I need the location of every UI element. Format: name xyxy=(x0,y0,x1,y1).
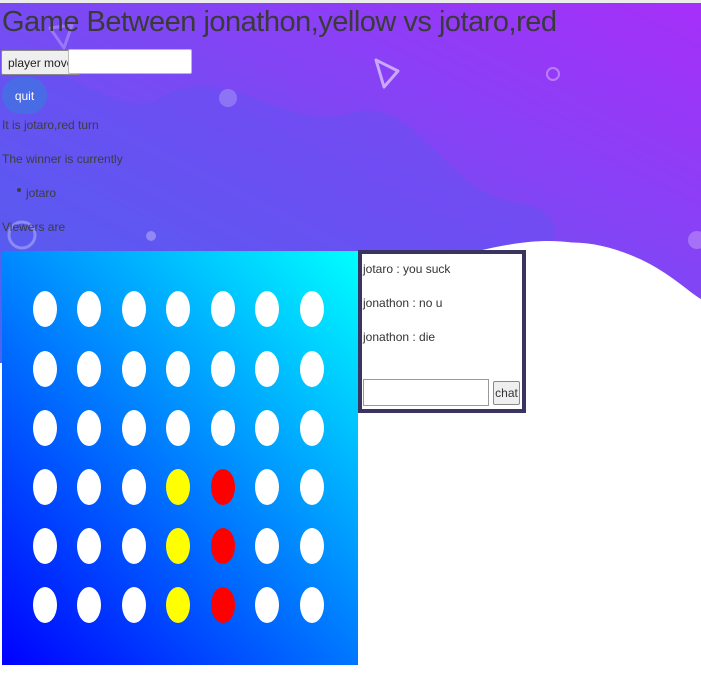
quit-button[interactable]: quit xyxy=(2,77,47,114)
board-slot-red[interactable] xyxy=(211,587,235,623)
board-slot-empty[interactable] xyxy=(33,587,57,623)
chat-message: jotaro : you suck xyxy=(363,262,451,276)
viewers-label: Viewers are xyxy=(2,220,66,234)
board-slot-empty[interactable] xyxy=(211,410,235,446)
board-slot-empty[interactable] xyxy=(211,291,235,327)
winner-label: The winner is currently xyxy=(2,152,123,166)
board-slot-empty[interactable] xyxy=(33,469,57,505)
board-slot-empty[interactable] xyxy=(77,587,101,623)
board-slot-empty[interactable] xyxy=(166,410,190,446)
board-slot-empty[interactable] xyxy=(166,351,190,387)
board-slot-empty[interactable] xyxy=(300,469,324,505)
board-slot-red[interactable] xyxy=(211,528,235,564)
winner-bullet xyxy=(17,188,21,192)
board-slot-empty[interactable] xyxy=(122,587,146,623)
turn-status: It is jotaro,red turn xyxy=(2,118,99,132)
move-input[interactable] xyxy=(68,49,192,74)
board-slot-empty[interactable] xyxy=(77,528,101,564)
board-slot-yellow[interactable] xyxy=(166,469,190,505)
page-title: Game Between jonathon,yellow vs jotaro,r… xyxy=(2,6,557,38)
board-slot-empty[interactable] xyxy=(122,469,146,505)
board-slot-empty[interactable] xyxy=(77,291,101,327)
board-slot-empty[interactable] xyxy=(122,291,146,327)
board-slot-empty[interactable] xyxy=(77,469,101,505)
board-slot-empty[interactable] xyxy=(166,291,190,327)
board-slot-empty[interactable] xyxy=(300,410,324,446)
board-slot-empty[interactable] xyxy=(255,291,279,327)
board-slot-empty[interactable] xyxy=(300,291,324,327)
board-slot-empty[interactable] xyxy=(77,410,101,446)
game-board[interactable] xyxy=(2,251,358,665)
board-slot-empty[interactable] xyxy=(255,587,279,623)
board-slot-empty[interactable] xyxy=(300,587,324,623)
chat-panel: jotaro : you suck jonathon : no u jonath… xyxy=(358,250,526,413)
board-slot-empty[interactable] xyxy=(255,469,279,505)
board-slot-yellow[interactable] xyxy=(166,528,190,564)
board-slot-empty[interactable] xyxy=(122,351,146,387)
board-slot-red[interactable] xyxy=(211,469,235,505)
chat-message: jonathon : no u xyxy=(363,296,443,310)
board-slot-empty[interactable] xyxy=(33,291,57,327)
chat-message: jonathon : die xyxy=(363,330,436,344)
board-slot-empty[interactable] xyxy=(255,528,279,564)
board-slot-empty[interactable] xyxy=(77,351,101,387)
board-slot-empty[interactable] xyxy=(33,351,57,387)
chat-input[interactable] xyxy=(363,379,489,406)
chat-send-button[interactable]: chat xyxy=(493,381,520,405)
board-slot-empty[interactable] xyxy=(122,410,146,446)
winner-name: jotaro xyxy=(26,186,57,200)
board-slot-empty[interactable] xyxy=(33,410,57,446)
board-slot-empty[interactable] xyxy=(122,528,146,564)
board-slot-yellow[interactable] xyxy=(166,587,190,623)
board-slot-empty[interactable] xyxy=(255,351,279,387)
board-slot-empty[interactable] xyxy=(211,351,235,387)
board-slot-empty[interactable] xyxy=(300,528,324,564)
board-slot-empty[interactable] xyxy=(255,410,279,446)
board-slot-empty[interactable] xyxy=(33,528,57,564)
board-slot-empty[interactable] xyxy=(300,351,324,387)
